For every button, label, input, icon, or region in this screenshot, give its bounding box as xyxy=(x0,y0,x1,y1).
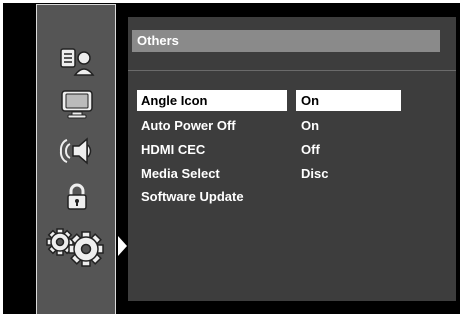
menu-row-label: Angle Icon xyxy=(137,90,287,111)
menu-row-angle-icon[interactable]: Angle Icon On xyxy=(0,90,463,111)
menu-row-label: HDMI CEC xyxy=(141,142,206,157)
panel-title: Others xyxy=(132,30,440,52)
menu-row-label: Auto Power Off xyxy=(141,118,236,133)
menu-row-software-update[interactable]: Software Update xyxy=(0,186,463,207)
menu-row-label: Software Update xyxy=(141,189,244,204)
menu-row-value[interactable]: Disc xyxy=(296,163,401,184)
menu-row-value[interactable]: On xyxy=(296,115,401,136)
menu-row-value[interactable]: Off xyxy=(296,139,401,160)
menu-row-hdmi-cec[interactable]: HDMI CEC Off xyxy=(0,139,463,160)
menu-row-media-select[interactable]: Media Select Disc xyxy=(0,163,463,184)
document-user-icon xyxy=(60,48,95,76)
menu-row-value[interactable]: On xyxy=(296,90,401,111)
menu-row-label: Media Select xyxy=(141,166,220,181)
menu-row-auto-power-off[interactable]: Auto Power Off On xyxy=(0,115,463,136)
panel-divider xyxy=(128,70,456,71)
gears-icon xyxy=(46,228,104,267)
tv-frame: Others Angle Icon On Auto Power Off On H… xyxy=(0,0,463,317)
selection-arrow-icon xyxy=(118,236,127,256)
sidebar-item-others[interactable] xyxy=(37,225,117,269)
sidebar-item-reading[interactable] xyxy=(37,39,117,83)
